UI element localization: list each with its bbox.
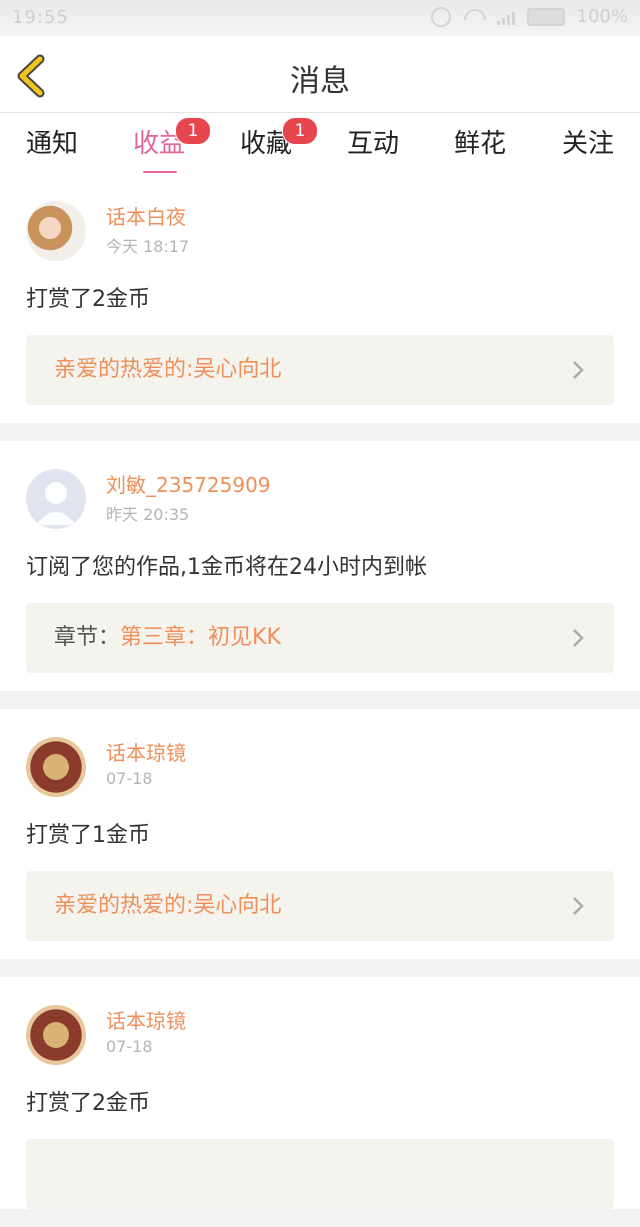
timestamp: 07-18	[106, 769, 153, 788]
tab-badge: 1	[175, 117, 211, 145]
timestamp: 今天 18:17	[106, 237, 190, 256]
work-link[interactable]	[26, 1139, 614, 1209]
tab-label: 互动	[346, 129, 399, 159]
page-title: 消息	[290, 64, 350, 99]
wifi-icon	[463, 9, 485, 25]
default-user-icon	[36, 482, 76, 525]
tab-bar: 通知 收益 1 收藏 1 互动 鲜花 关注	[0, 113, 640, 175]
battery-icon	[526, 7, 565, 26]
message-card: 话本琼镜 07-18 打赏了1金币 亲爱的热爱的:吴心向北	[0, 709, 640, 959]
tab-notifications[interactable]: 通知	[12, 123, 92, 160]
tab-earnings[interactable]: 收益 1	[119, 117, 211, 175]
tab-badge: 1	[282, 117, 318, 145]
message-text: 打赏了2金币	[26, 1091, 150, 1116]
chevron-right-icon	[573, 361, 584, 379]
tab-label: 关注	[561, 129, 614, 159]
work-link[interactable]: 亲爱的热爱的:吴心向北	[26, 871, 614, 941]
message-text: 打赏了2金币	[26, 287, 150, 312]
avatar[interactable]	[26, 201, 86, 261]
message-text: 打赏了1金币	[26, 823, 150, 848]
chevron-right-icon	[573, 629, 584, 647]
tab-label: 通知	[25, 129, 78, 159]
tab-interactions[interactable]: 互动	[333, 123, 413, 160]
message-text: 订阅了您的作品,1金币将在24小时内到帐	[26, 555, 427, 580]
work-title: 亲爱的热爱的:吴心向北	[54, 357, 282, 382]
top-bar: 消息	[0, 36, 640, 113]
message-card: 话本琼镜 07-18 打赏了2金币	[0, 977, 640, 1209]
tab-follows[interactable]: 关注	[548, 123, 628, 160]
message-card: 话本白夜 今天 18:17 打赏了2金币 亲爱的热爱的:吴心向北	[0, 173, 640, 423]
work-title: 亲爱的热爱的:吴心向北	[54, 893, 282, 918]
work-link[interactable]: 亲爱的热爱的:吴心向北	[26, 335, 614, 405]
tab-label: 鲜花	[453, 129, 506, 159]
username[interactable]: 话本白夜	[106, 201, 186, 230]
chapter-title: 第三章：初见KK	[120, 625, 281, 650]
message-list: 话本白夜 今天 18:17 打赏了2金币 亲爱的热爱的:吴心向北 刘敏_2357…	[0, 173, 640, 1227]
signal-icon	[496, 9, 515, 25]
avatar[interactable]	[26, 737, 86, 797]
timestamp: 07-18	[106, 1037, 153, 1056]
tab-flowers[interactable]: 鲜花	[440, 123, 520, 160]
status-bar: 19:55 100%	[0, 0, 640, 36]
username[interactable]: 刘敏_235725909	[106, 469, 271, 498]
status-time: 19:55	[12, 7, 69, 28]
username[interactable]: 话本琼镜	[106, 737, 186, 766]
username[interactable]: 话本琼镜	[106, 1005, 186, 1034]
chevron-right-icon	[573, 897, 584, 915]
avatar[interactable]	[26, 1005, 86, 1065]
timestamp: 昨天 20:35	[106, 505, 190, 524]
alarm-icon	[430, 6, 451, 27]
chapter-prefix: 章节：	[54, 625, 121, 650]
battery-level: 100%	[576, 6, 628, 27]
tab-favorites[interactable]: 收藏 1	[226, 117, 318, 160]
chapter-link[interactable]: 章节：第三章：初见KK	[26, 603, 614, 673]
avatar[interactable]	[26, 469, 86, 529]
message-card: 刘敏_235725909 昨天 20:35 订阅了您的作品,1金币将在24小时内…	[0, 441, 640, 691]
